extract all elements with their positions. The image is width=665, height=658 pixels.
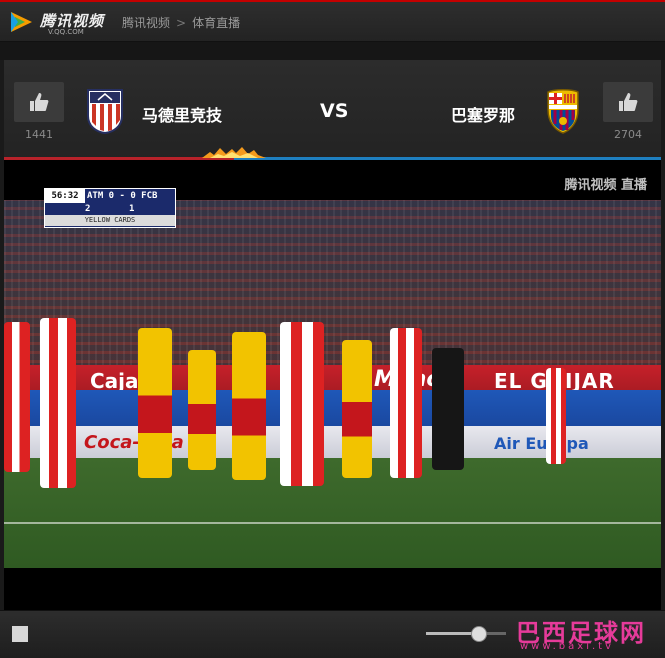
- board-text-europa: Air Europa: [494, 434, 589, 453]
- scoreboard-overlay: 56:32 ATM 0 - 0 FCB 2 1 YELLOW CARDS: [44, 188, 176, 228]
- referee-figure: [432, 348, 464, 470]
- flame-icon: [202, 147, 266, 158]
- barcelona-crest-icon: [547, 89, 579, 134]
- breadcrumb-separator: >: [176, 16, 187, 30]
- video-player[interactable]: Mahou Caja EL GUIJAR Coca-Cola Air Europ…: [4, 160, 661, 610]
- breadcrumb: 腾讯视频 > 体育直播: [122, 14, 240, 31]
- stadium-crowd: [4, 200, 661, 390]
- thumbs-up-icon: [619, 93, 638, 111]
- breadcrumb-item-home[interactable]: 腾讯视频: [122, 16, 170, 30]
- play-logo-icon: [11, 12, 32, 32]
- volume-handle[interactable]: [471, 626, 487, 642]
- player-controls: 巴西足球网 www.baxi.tv: [0, 610, 665, 658]
- away-team-name: 巴塞罗那: [451, 106, 516, 125]
- atletico-crest-icon: [87, 89, 123, 134]
- player-figure: [546, 368, 566, 464]
- stop-button[interactable]: [12, 626, 28, 642]
- player-figure: [342, 340, 372, 478]
- pitch: [4, 458, 661, 568]
- site-watermark-url: www.baxi.tv: [520, 641, 614, 652]
- pitch-line: [4, 522, 661, 524]
- site-watermark: 巴西足球网 www.baxi.tv: [516, 613, 656, 653]
- logo-subtext: V.QQ.COM: [48, 28, 84, 36]
- home-team-name: 马德里竞技: [142, 106, 223, 125]
- away-yellow-cards: 1: [129, 204, 135, 214]
- home-like-button[interactable]: [14, 82, 64, 122]
- top-bar: 腾讯视频 V.QQ.COM 腾讯视频 > 体育直播: [0, 0, 665, 42]
- player-figure: [4, 322, 30, 472]
- player-figure: [232, 332, 266, 480]
- volume-slider[interactable]: [426, 626, 506, 642]
- away-like-button[interactable]: [603, 82, 653, 122]
- yellow-cards-label: YELLOW CARDS: [45, 215, 175, 226]
- player-figure: [188, 350, 216, 470]
- thumbs-up-icon: [30, 93, 49, 111]
- home-like-count: 1441: [25, 128, 53, 141]
- match-header: 1441 马德里竞技 VS 巴塞罗那 2704: [4, 60, 661, 160]
- player-figure: [40, 318, 76, 488]
- breadcrumb-item-sports-live[interactable]: 体育直播: [192, 16, 240, 30]
- home-yellow-cards: 2: [85, 204, 91, 214]
- player-figure: [280, 322, 324, 486]
- tencent-video-logo[interactable]: 腾讯视频 V.QQ.COM: [8, 8, 108, 38]
- match-score: ATM 0 - 0 FCB: [87, 191, 158, 201]
- video-frame: Mahou Caja EL GUIJAR Coca-Cola Air Europ…: [4, 200, 661, 568]
- player-figure: [138, 328, 172, 478]
- player-figure: [390, 328, 422, 478]
- header-spacer: [0, 42, 665, 60]
- match-clock: 56:32: [45, 189, 85, 203]
- away-like-count: 2704: [614, 128, 642, 141]
- versus-label: VS: [320, 100, 349, 122]
- tencent-live-watermark: 腾讯视频 直播: [564, 178, 647, 193]
